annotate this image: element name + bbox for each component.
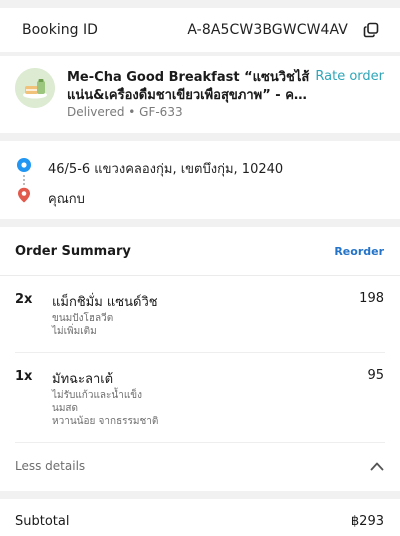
item-quantity: 2x — [15, 292, 33, 307]
chevron-up-icon[interactable] — [370, 461, 384, 471]
pickup-address: 46/5-6 แขวงคลองกุ่ม, เขตบึงกุ่ม, 10240 — [48, 162, 284, 177]
item-name: แม็กชิมั่ม แซนด์วิช — [52, 295, 158, 310]
subtotal-row: Subtotal ฿293 — [0, 499, 400, 536]
booking-id-bar: Booking ID A-8A5CW3BGWCW4AV — [0, 8, 400, 52]
merchant-logo-icon — [15, 68, 55, 108]
pickup-pin-icon — [17, 158, 31, 172]
merchant-name: Me-Cha Good Breakfast “แซนวิชไส้ แน่น&เค… — [67, 69, 312, 105]
item-option: ไม่เพิ่มเติม — [52, 326, 97, 337]
route-connector — [23, 175, 25, 185]
booking-id-value: A-8A5CW3BGWCW4AV — [187, 22, 348, 38]
dropoff-pin-icon — [18, 187, 30, 203]
rate-order-link[interactable]: Rate order — [315, 69, 384, 84]
merchant-name-line1: Me-Cha Good Breakfast “แซนวิชไส้ — [67, 70, 310, 85]
item-price: 95 — [367, 368, 384, 383]
divider — [0, 275, 400, 276]
item-option: หวานน้อย จากธรรมชาติ — [52, 416, 159, 427]
order-summary-card: Order Summary Reorder 2x แม็กชิมั่ม แซนด… — [0, 227, 400, 491]
item-quantity: 1x — [15, 369, 33, 384]
divider — [15, 442, 385, 443]
merchant-name-line2: แน่น&เครื่องดื่มชาเขียวเพื่อสุขภาพ” - คล… — [67, 88, 312, 103]
merchant-card: Me-Cha Good Breakfast “แซนวิชไส้ แน่น&เค… — [0, 56, 400, 133]
divider — [15, 352, 385, 353]
subtotal-label: Subtotal — [15, 514, 70, 529]
subtotal-value: ฿293 — [350, 514, 384, 529]
booking-id-label: Booking ID — [22, 22, 98, 38]
item-price: 198 — [359, 291, 384, 306]
order-status: Delivered • GF-633 — [67, 105, 183, 119]
reorder-button[interactable]: Reorder — [334, 245, 384, 258]
copy-icon[interactable] — [363, 22, 379, 38]
merchant-avatar — [15, 68, 55, 108]
dropoff-recipient: คุณกบ — [48, 192, 85, 207]
less-details-toggle[interactable]: Less details — [15, 459, 85, 473]
order-summary-title: Order Summary — [15, 244, 131, 259]
address-card: 46/5-6 แขวงคลองกุ่ม, เขตบึงกุ่ม, 10240 ค… — [0, 141, 400, 219]
item-name: มัทฉะลาเต้ — [52, 372, 114, 387]
